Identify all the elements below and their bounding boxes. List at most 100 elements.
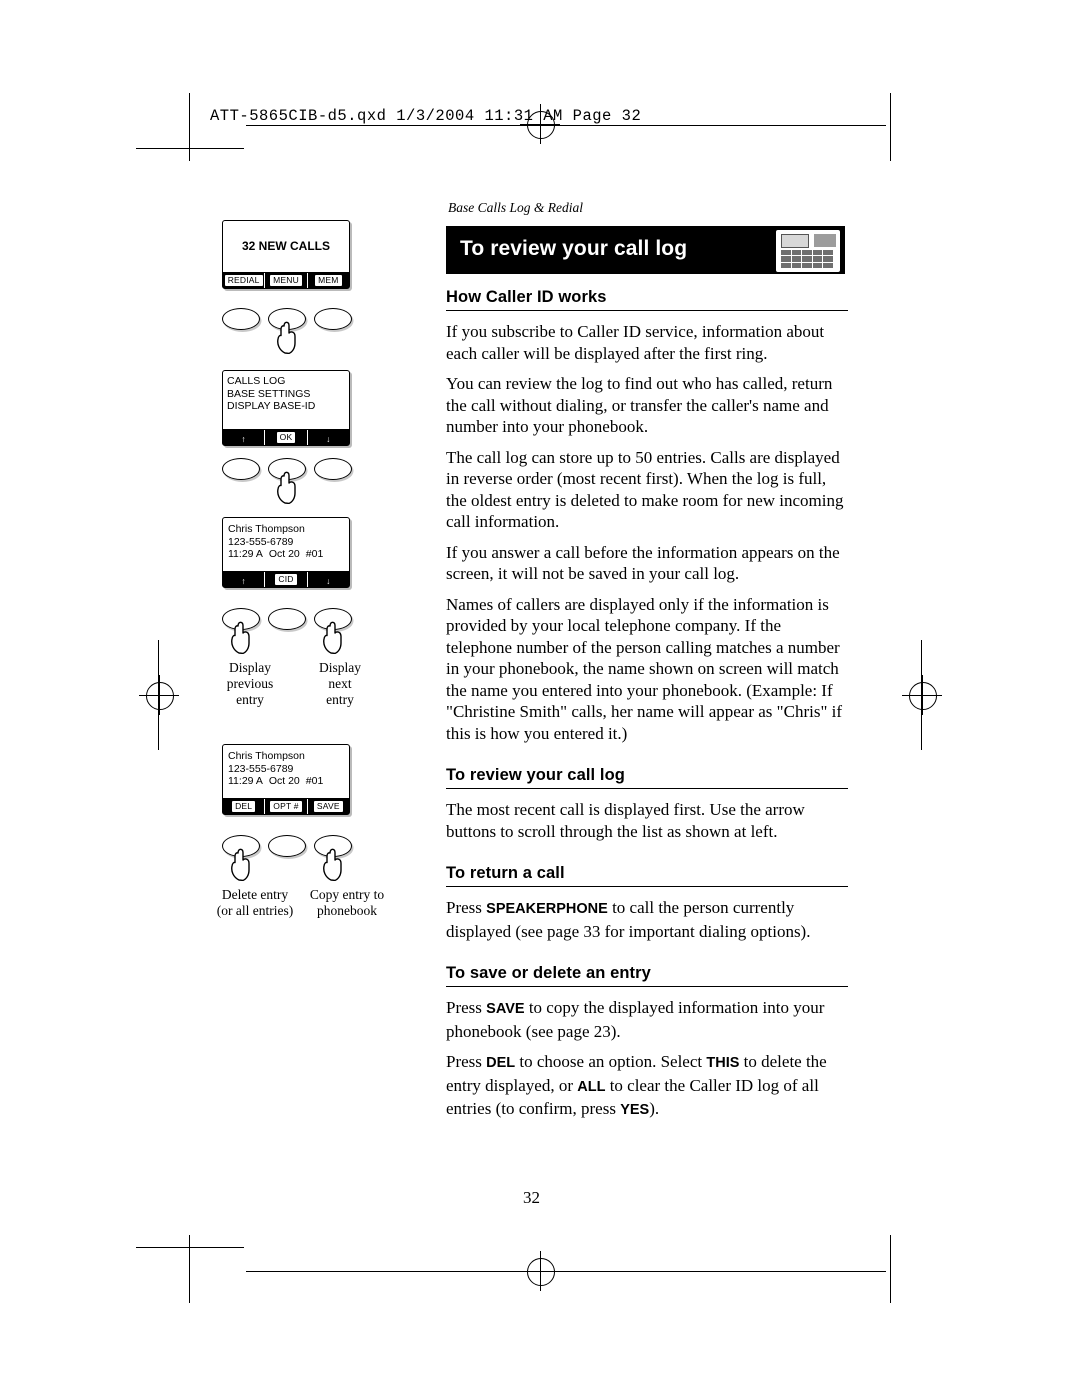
key-all: ALL xyxy=(577,1078,606,1095)
key-save: SAVE xyxy=(486,1001,525,1017)
pointing-hand-icon-2 xyxy=(275,470,301,504)
key-yes: YES xyxy=(620,1102,650,1118)
menu-item-calls-log: CALLS LOG xyxy=(227,375,286,387)
registration-target-right xyxy=(909,682,937,710)
caption-delete-entry: Delete entry (or all entries) xyxy=(200,887,310,919)
crop-mark-top-right-vertical xyxy=(890,93,891,161)
caller-time-2: 11:29 A xyxy=(228,775,263,787)
caption-copy-entry: Copy entry to phonebook xyxy=(295,887,399,919)
caller-number-2: 123-555-6789 xyxy=(228,762,294,775)
lcd-new-calls-text: 32 NEW CALLS xyxy=(241,239,330,253)
caller-time-1: 11:29 A xyxy=(228,548,263,560)
lcd-screen-caller-entry-options-body: Chris Thompson 123-555-6789 11:29 A Oct … xyxy=(223,745,349,798)
caller-index-1: #01 xyxy=(305,548,324,560)
lcd-screen-caller-entry: Chris Thompson 123-555-6789 11:29 A Oct … xyxy=(222,517,350,588)
caption-display-next-l2: next xyxy=(328,676,352,691)
caption-display-next: Display next entry xyxy=(300,660,380,708)
running-head: Base Calls Log & Redial xyxy=(448,200,583,215)
button-left-1[interactable] xyxy=(222,308,260,330)
softkey-up-arrow-2: ↑ xyxy=(223,571,266,587)
caption-copy-entry-l1: Copy entry to xyxy=(309,887,385,902)
lcd-screen-new-calls-softkeys: REDIAL MENU MEM xyxy=(223,271,349,288)
paragraph-caller-id-4: If you answer a call before the informat… xyxy=(446,542,840,584)
key-del: DEL xyxy=(486,1055,516,1071)
lcd-screen-menu-body: CALLS LOG BASE SETTINGS DISPLAY BASE-ID xyxy=(223,371,349,429)
registration-target-right-cross-v xyxy=(922,675,923,715)
lcd-screen-caller-entry-options: Chris Thompson 123-555-6789 11:29 A Oct … xyxy=(222,744,350,815)
crop-mark-bottom-right-vertical xyxy=(890,1235,891,1303)
section-heading-save-or-delete-entry: To save or delete an entry xyxy=(446,964,848,987)
caller-name-2: Chris Thompson xyxy=(228,750,305,762)
lcd-screen-new-calls-body: 32 NEW CALLS xyxy=(223,221,349,272)
pointing-hand-icon-5 xyxy=(229,847,255,881)
file-header-text: ATT-5865CIB-d5.qxd 1/3/2004 11:31 AM Pag… xyxy=(210,107,642,125)
lcd-screen-caller-entry-softkeys: ↑ CID ↓ xyxy=(223,570,349,587)
registration-target-bottom xyxy=(527,1258,555,1286)
registration-target-left-cross-v xyxy=(159,675,160,715)
menu-item-base-settings: BASE SETTINGS xyxy=(227,387,311,400)
lcd-screen-caller-entry-body: Chris Thompson 123-555-6789 11:29 A Oct … xyxy=(223,518,349,571)
menu-item-display-base-id: DISPLAY BASE-ID xyxy=(227,400,316,412)
softkey-save: SAVE xyxy=(307,798,349,814)
softkey-down-arrow-2: ↓ xyxy=(307,571,349,587)
body-content: How Caller ID works If you subscribe to … xyxy=(446,288,848,1122)
key-this: THIS xyxy=(706,1055,740,1071)
softkey-del: DEL xyxy=(223,798,266,814)
pointing-hand-icon-3 xyxy=(229,620,255,654)
paragraph-caller-id-2: You can review the log to find out who h… xyxy=(446,374,833,436)
telephone-icon xyxy=(775,229,841,273)
crop-mark-top-left-vertical xyxy=(189,93,190,161)
paragraph-return-a-call: Press SPEAKERPHONE to call the person cu… xyxy=(446,897,848,942)
caller-detail-row-2: 11:29 A Oct 20 #01 xyxy=(228,775,344,788)
page-title: To review your call log xyxy=(460,237,688,260)
softkey-cid: CID xyxy=(265,571,308,587)
button-right-2[interactable] xyxy=(314,458,352,480)
button-left-2[interactable] xyxy=(222,458,260,480)
softkey-opt: OPT # xyxy=(265,798,308,814)
caption-display-previous-l3: entry xyxy=(236,692,264,707)
lcd-screen-menu-softkeys: ↑ OK ↓ xyxy=(223,428,349,445)
caption-display-previous-l1: Display xyxy=(229,660,271,675)
paragraph-save-entry: Press SAVE to copy the displayed informa… xyxy=(446,997,848,1042)
paragraph-review-call-log: The most recent call is displayed first.… xyxy=(446,800,805,841)
return-call-pre: Press xyxy=(446,898,487,917)
softkey-up-arrow: ↑ xyxy=(223,429,266,445)
caption-delete-entry-l1: Delete entry xyxy=(221,887,289,902)
section-heading-review-call-log: To review your call log xyxy=(446,766,848,789)
registration-target-bottom-cross-v xyxy=(540,1251,541,1291)
softkey-redial: REDIAL xyxy=(223,272,266,288)
caption-display-next-l1: Display xyxy=(319,660,361,675)
page-title-bar: To review your call log xyxy=(446,226,845,274)
caller-date-1: Oct 20 xyxy=(268,548,300,560)
button-right-1[interactable] xyxy=(314,308,352,330)
button-center-3[interactable] xyxy=(268,608,306,630)
delete-mid-1: to choose an option. Select xyxy=(515,1052,707,1071)
caption-display-previous-l2: previous xyxy=(226,676,274,691)
button-center-4[interactable] xyxy=(268,835,306,857)
softkey-mem: MEM xyxy=(307,272,349,288)
delete-pre: Press xyxy=(446,1052,487,1071)
paragraph-caller-id-3: The call log can store up to 50 entries.… xyxy=(446,447,844,532)
paragraph-delete-entry: Press DEL to choose an option. Select TH… xyxy=(446,1051,848,1122)
softkey-menu: MENU xyxy=(265,272,308,288)
paragraph-caller-id-1: If you subscribe to Caller ID service, i… xyxy=(446,322,825,363)
pointing-hand-icon-1 xyxy=(275,320,301,354)
caption-display-previous: Display previous entry xyxy=(205,660,295,708)
pointing-hand-icon-6 xyxy=(321,847,347,881)
section-heading-how-caller-id-works: How Caller ID works xyxy=(446,288,848,311)
telephone-icon-screen xyxy=(781,234,809,248)
caller-date-2: Oct 20 xyxy=(268,775,300,787)
caption-delete-entry-l2: (or all entries) xyxy=(216,903,294,918)
caller-name-1: Chris Thompson xyxy=(228,523,305,535)
caller-detail-row-1: 11:29 A Oct 20 #01 xyxy=(228,548,344,561)
save-pre: Press xyxy=(446,998,487,1017)
softkey-down-arrow: ↓ xyxy=(307,429,349,445)
crop-mark-bottom-left-vertical xyxy=(189,1235,190,1303)
lcd-screen-caller-entry-options-softkeys: DEL OPT # SAVE xyxy=(223,797,349,814)
lcd-screen-new-calls: 32 NEW CALLS REDIAL MENU MEM xyxy=(222,220,350,289)
caption-display-next-l3: entry xyxy=(326,692,354,707)
key-speakerphone: SPEAKERPHONE xyxy=(486,901,608,917)
telephone-icon-keypad xyxy=(781,250,833,268)
caption-copy-entry-l2: phonebook xyxy=(317,903,377,918)
softkey-ok: OK xyxy=(265,429,308,445)
